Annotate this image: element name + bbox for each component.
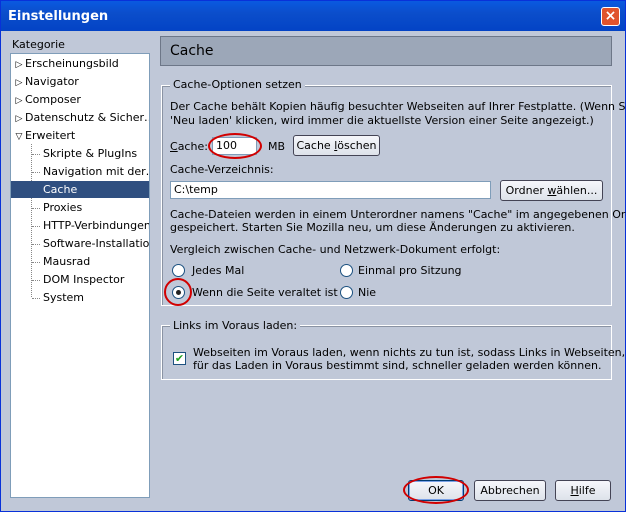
- cache-directory-label: Cache-Verzeichnis:: [170, 163, 274, 176]
- radio-never-label[interactable]: Nie: [358, 286, 376, 299]
- tree-item-cache[interactable]: Cache: [11, 181, 149, 198]
- category-tree[interactable]: ▷ Erscheinungsbild ▷ Navigator ▷ Composer ▷…: [10, 53, 150, 498]
- tree-item-label: Composer: [25, 93, 81, 106]
- subfolder-note-line1: Cache-Dateien werden in einem Unterordne…: [170, 208, 626, 221]
- button-text: Ordner: [505, 184, 548, 197]
- expand-triangle-icon[interactable]: ▷: [14, 57, 24, 72]
- button-text: Cache: [296, 139, 335, 152]
- tree-item-composer[interactable]: ▷ Composer: [11, 91, 149, 108]
- highlight-ring: [164, 278, 192, 306]
- tree-item-system[interactable]: System: [11, 289, 149, 306]
- highlight-ring: [208, 133, 262, 159]
- tree-item-http[interactable]: HTTP-Verbindungen: [11, 217, 149, 234]
- tree-item-navigator[interactable]: ▷ Navigator: [11, 73, 149, 90]
- radio-every-time[interactable]: [172, 264, 185, 277]
- button-text: ilfe: [578, 484, 596, 497]
- help-button[interactable]: Hilfe: [555, 480, 611, 501]
- prefetch-label-line2[interactable]: für das Laden in Voraus bestimmt sind, s…: [193, 359, 601, 372]
- category-heading: Kategorie: [12, 38, 65, 51]
- radio-never[interactable]: [340, 286, 353, 299]
- page-header: Cache: [160, 36, 612, 66]
- radio-once-per-session-label[interactable]: Einmal pro Sitzung: [358, 264, 462, 277]
- tree-item-erweitert[interactable]: ▽ Erweitert: [11, 127, 149, 144]
- radio-once-per-session[interactable]: [340, 264, 353, 277]
- button-text: öschen: [337, 139, 377, 152]
- clear-cache-button[interactable]: Cache löschen: [293, 135, 380, 156]
- tree-item-proxies[interactable]: Proxies: [11, 199, 149, 216]
- window-title: Einstellungen: [8, 9, 109, 24]
- accelerator-key: C: [170, 140, 178, 153]
- tree-item-label: Erweitert: [25, 129, 76, 142]
- cache-size-label: Cache:: [170, 140, 208, 153]
- cache-options-legend: Cache-Optionen setzen: [170, 78, 305, 91]
- cache-description-line1: Der Cache behält Kopien häufig besuchter…: [170, 100, 626, 113]
- radio-when-outdated-label[interactable]: Wenn die Seite veraltet ist: [192, 286, 338, 299]
- close-icon[interactable]: ×: [601, 7, 620, 26]
- cache-directory-field[interactable]: C:\temp: [170, 181, 491, 199]
- tree-item-datenschutz[interactable]: ▷ Datenschutz & Sicher…: [11, 109, 149, 126]
- title-bar[interactable]: Einstellungen ×: [1, 1, 625, 31]
- cancel-button[interactable]: Abbrechen: [474, 480, 546, 501]
- accelerator-key: H: [570, 484, 579, 497]
- prefetch-checkbox[interactable]: ✔: [173, 352, 186, 365]
- page-title: Cache: [170, 43, 214, 59]
- expand-triangle-icon[interactable]: ▷: [14, 93, 24, 108]
- tree-item-dom-inspector[interactable]: DOM Inspector: [11, 271, 149, 288]
- tree-item-navigation[interactable]: Navigation mit der…: [11, 163, 149, 180]
- accelerator-key: w: [547, 184, 557, 197]
- tree-item-skripte[interactable]: Skripte & PlugIns: [11, 145, 149, 162]
- highlight-ring: [403, 476, 469, 504]
- tree-item-software[interactable]: Software-Installation: [11, 235, 149, 252]
- cache-size-unit: MB: [268, 140, 286, 153]
- tree-item-label: Datenschutz & Sicher…: [25, 111, 149, 124]
- radio-every-time-label[interactable]: Jedes Mal: [192, 264, 244, 277]
- compare-label: Vergleich zwischen Cache- und Netzwerk-D…: [170, 243, 501, 256]
- prefetch-label-line1[interactable]: Webseiten im Voraus laden, wenn nichts z…: [193, 346, 626, 359]
- subfolder-note-line2: gespeichert. Starten Sie Mozilla neu, um…: [170, 221, 575, 234]
- collapse-triangle-icon[interactable]: ▽: [14, 129, 24, 144]
- button-text: ählen...: [556, 184, 598, 197]
- cache-size-label-text: ache:: [177, 140, 208, 153]
- tree-item-mausrad[interactable]: Mausrad: [11, 253, 149, 270]
- choose-folder-button[interactable]: Ordner wählen...: [500, 180, 603, 201]
- expand-triangle-icon[interactable]: ▷: [14, 75, 24, 90]
- tree-item-erscheinungsbild[interactable]: ▷ Erscheinungsbild: [11, 55, 149, 72]
- prefetch-legend: Links im Voraus laden:: [170, 319, 301, 332]
- cache-description-line2: 'Neu laden' klicken, wird immer die aktu…: [170, 114, 594, 127]
- tree-item-label: Erscheinungsbild: [25, 57, 119, 70]
- expand-triangle-icon[interactable]: ▷: [14, 111, 24, 126]
- tree-item-label: Navigator: [25, 75, 79, 88]
